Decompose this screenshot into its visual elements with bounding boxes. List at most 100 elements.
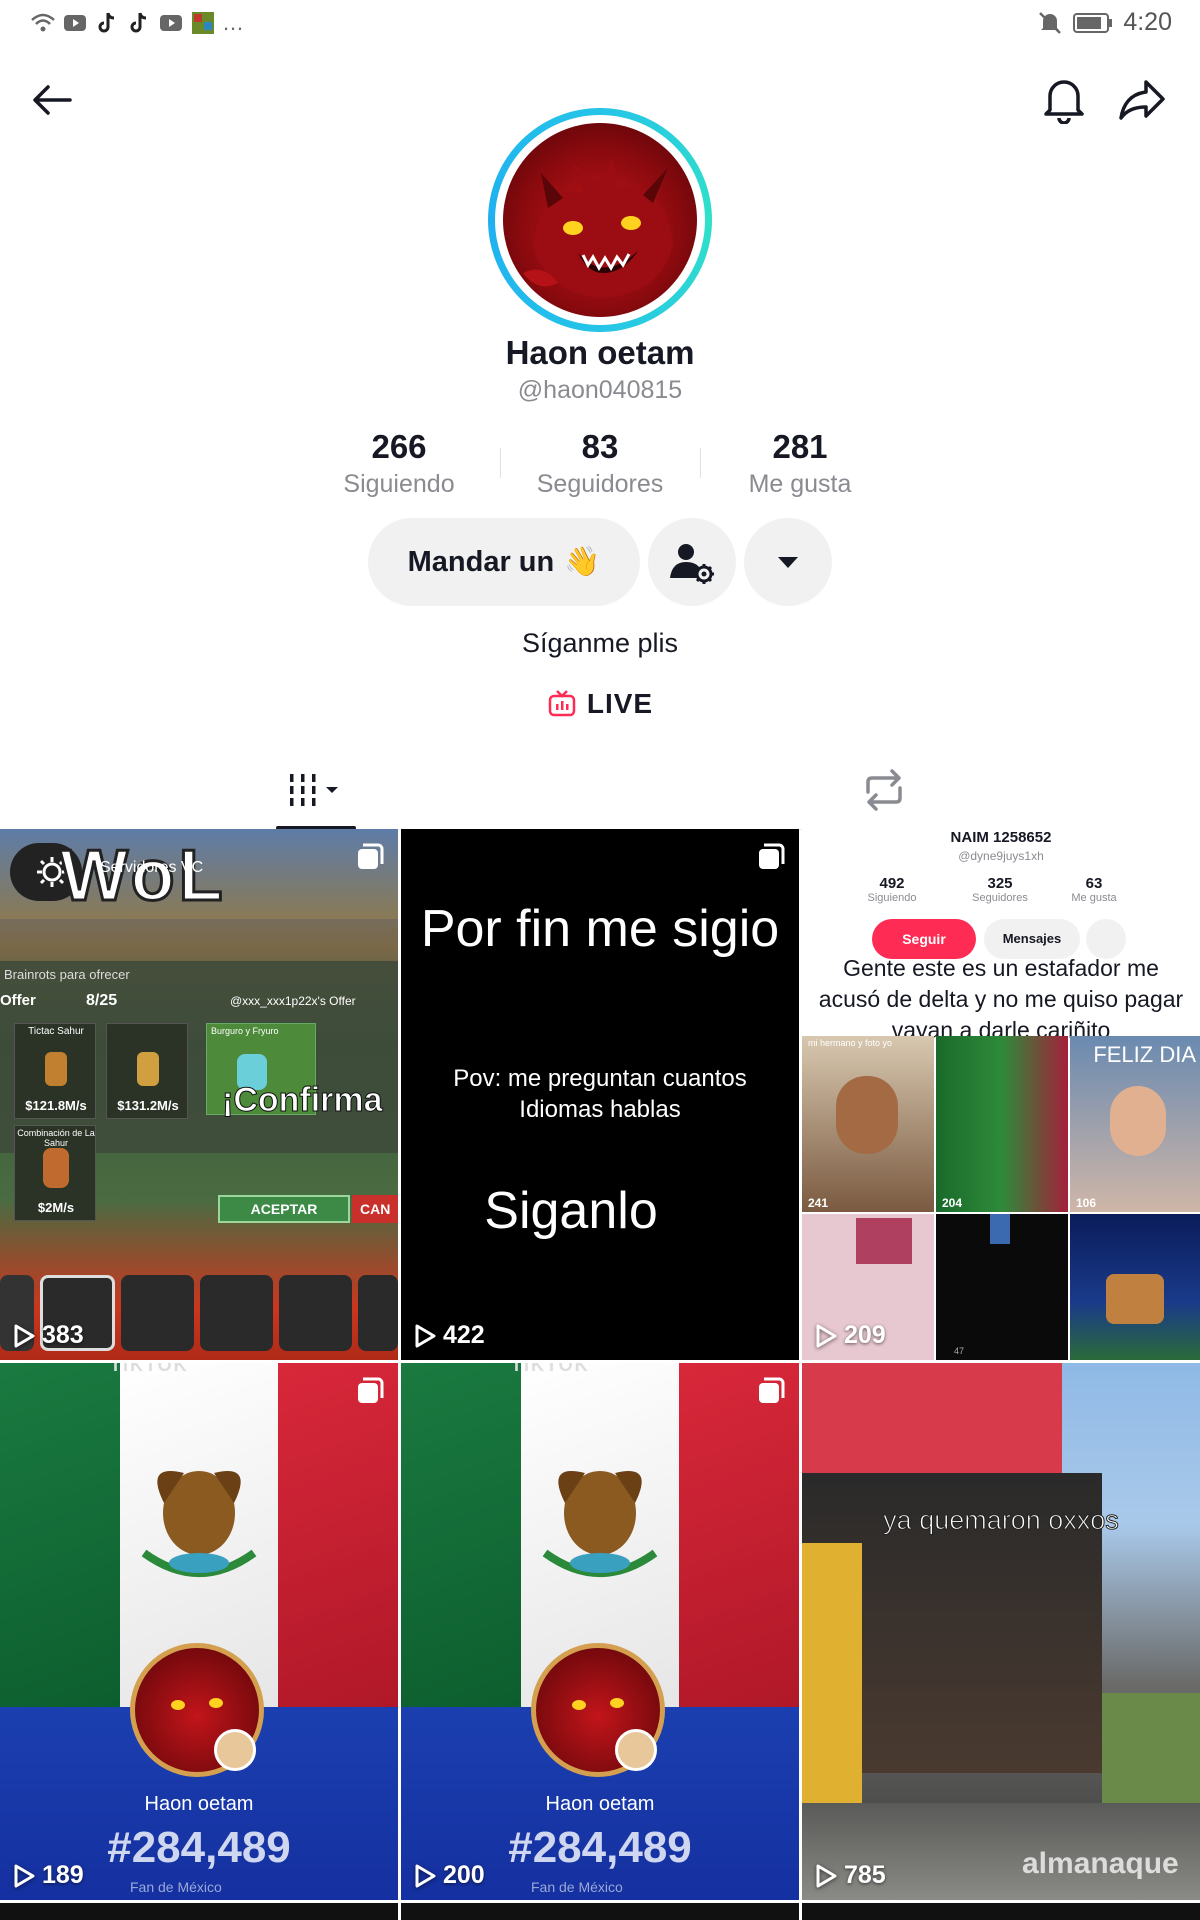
video-tile[interactable] bbox=[802, 1903, 1200, 1920]
stat-label: Siguiendo bbox=[343, 470, 455, 498]
avatar-ring[interactable] bbox=[488, 108, 712, 332]
multi-image-icon bbox=[358, 843, 384, 869]
view-count: 189 bbox=[12, 1861, 84, 1890]
trophy-badge-icon bbox=[214, 1729, 256, 1771]
triangle-down-icon bbox=[778, 557, 798, 568]
multi-image-icon bbox=[759, 843, 785, 869]
play-icon bbox=[14, 1864, 35, 1887]
stat-label: Me gusta bbox=[748, 470, 852, 498]
stat-value: 281 bbox=[772, 428, 828, 465]
stat-followers[interactable]: 83 Seguidores bbox=[500, 428, 700, 499]
app-icon bbox=[192, 12, 214, 34]
video-tile[interactable]: NAIM 1258652 @dyne9juys1xh 492 Siguiendo… bbox=[802, 829, 1200, 1360]
video-tile[interactable]: Por fin me sigio Pov: me preguntan cuant… bbox=[401, 829, 799, 1360]
bio-text: Síganme plis bbox=[521, 628, 679, 658]
video-caption: Gente este es un estafador me acusó de d… bbox=[818, 955, 1184, 1043]
wave-emoji: 👋 bbox=[564, 546, 601, 578]
play-icon bbox=[415, 1864, 436, 1887]
youtube-icon bbox=[64, 15, 86, 31]
tiktok-icon bbox=[98, 12, 115, 33]
profile-stats: 266 Siguiendo 83 Seguidores 281 Me gusta bbox=[0, 428, 1200, 498]
youtube-icon bbox=[160, 15, 182, 31]
server-label: Servidores VC bbox=[100, 859, 204, 876]
avatar bbox=[503, 123, 697, 317]
display-name: Haon oetam bbox=[505, 334, 695, 371]
rank-name: Haon oetam bbox=[144, 1793, 254, 1815]
eagle-emblem-icon bbox=[542, 1471, 658, 1577]
view-count: 422 bbox=[413, 1321, 485, 1350]
divider bbox=[500, 448, 501, 478]
video-tile[interactable]: TIKTOK Haon oetam #284,489 Fan de México… bbox=[0, 1363, 398, 1900]
video-tile[interactable]: ya quemaron oxxos almanaque 785 bbox=[802, 1363, 1200, 1900]
cancel-button: CAN bbox=[352, 1195, 398, 1223]
video-tile[interactable]: TIKTOK Haon oetam #284,489 Fan de México… bbox=[401, 1363, 799, 1900]
live-tv-icon bbox=[548, 690, 576, 717]
more-icon: … bbox=[222, 10, 244, 35]
watermark-text: TIKTOK bbox=[511, 1363, 590, 1375]
status-bar: … 4:20 bbox=[0, 0, 1200, 50]
live-label: LIVE bbox=[586, 688, 654, 719]
content-tabs bbox=[0, 750, 1200, 830]
inner-stat: 325 Seguidores bbox=[972, 875, 1028, 904]
eagle-emblem-icon bbox=[141, 1471, 257, 1577]
play-icon bbox=[816, 1864, 837, 1887]
multi-image-icon bbox=[358, 1377, 384, 1403]
inner-profile-handle: @dyne9juys1xh bbox=[958, 849, 1044, 863]
offer-header: Brainrots para ofrecer bbox=[4, 967, 130, 982]
offer-label: Offer bbox=[0, 992, 36, 1009]
bell-icon bbox=[1044, 80, 1084, 124]
multi-image-icon bbox=[759, 1377, 785, 1403]
send-wave-label: Mandar un bbox=[407, 545, 555, 578]
clock: 4:20 bbox=[1123, 8, 1172, 36]
notification-button[interactable] bbox=[1034, 70, 1094, 130]
accept-button: ACEPTAR bbox=[218, 1195, 350, 1223]
tab-videos[interactable] bbox=[258, 750, 378, 830]
tab-reposts[interactable] bbox=[824, 750, 944, 830]
send-wave-button[interactable]: Mandar un 👋 bbox=[368, 518, 640, 606]
rank-name: Haon oetam bbox=[545, 1793, 655, 1815]
video-tile[interactable]: WoL Servidores VC Brainrots para ofrecer… bbox=[0, 829, 398, 1360]
tiktok-icon bbox=[130, 12, 147, 33]
view-count: 785 bbox=[814, 1861, 886, 1890]
repost-icon bbox=[866, 769, 902, 811]
stat-following[interactable]: 266 Siguiendo bbox=[299, 428, 499, 499]
view-count: 209 bbox=[814, 1321, 886, 1350]
wifi-icon bbox=[31, 13, 55, 32]
watermark-text: TIKTOK bbox=[110, 1363, 189, 1375]
stat-label: Seguidores bbox=[536, 470, 664, 498]
flag-green-stripe bbox=[401, 1363, 521, 1707]
friend-settings-button[interactable] bbox=[648, 518, 736, 606]
rank-region: Fan de México bbox=[531, 1879, 623, 1895]
back-button[interactable] bbox=[22, 70, 82, 130]
video-follow-text: Siganlo bbox=[484, 1182, 658, 1240]
play-icon bbox=[816, 1324, 837, 1347]
trophy-badge-icon bbox=[615, 1729, 657, 1771]
confirm-text: ¡Confirma bbox=[222, 1081, 384, 1120]
share-button[interactable] bbox=[1112, 70, 1172, 130]
suggested-accounts-dropdown[interactable] bbox=[744, 518, 832, 606]
share-arrow-icon bbox=[1119, 80, 1165, 120]
item-card: Tictac Sahur $121.8M/s bbox=[14, 1023, 96, 1119]
stat-likes[interactable]: 281 Me gusta bbox=[700, 428, 900, 499]
user-settings-icon bbox=[670, 544, 714, 584]
demon-avatar-image bbox=[523, 158, 673, 298]
awning bbox=[802, 1363, 1062, 1473]
watermark-text: almanaque bbox=[1022, 1847, 1179, 1880]
play-icon bbox=[415, 1324, 436, 1347]
status-icons-right: 4:20 bbox=[1037, 8, 1172, 37]
video-caption: ya quemaron oxxos bbox=[883, 1505, 1120, 1536]
video-headline: Por fin me sigio bbox=[420, 900, 780, 958]
video-tile[interactable] bbox=[0, 1903, 398, 1920]
view-count: 200 bbox=[413, 1861, 485, 1890]
back-arrow-icon bbox=[33, 85, 72, 115]
rank-region: Fan de México bbox=[130, 1879, 222, 1895]
live-link[interactable]: LIVE bbox=[0, 688, 1200, 720]
status-icons-left: … bbox=[30, 10, 244, 36]
play-icon bbox=[14, 1324, 35, 1347]
mute-bell-icon bbox=[1039, 11, 1062, 34]
videos-grid-icon bbox=[290, 774, 338, 806]
video-tile[interactable] bbox=[401, 1903, 799, 1920]
battery-icon bbox=[1073, 12, 1113, 33]
item-card: Combinación de La Sahur $2M/s bbox=[14, 1125, 96, 1221]
view-count: 383 bbox=[12, 1321, 84, 1350]
